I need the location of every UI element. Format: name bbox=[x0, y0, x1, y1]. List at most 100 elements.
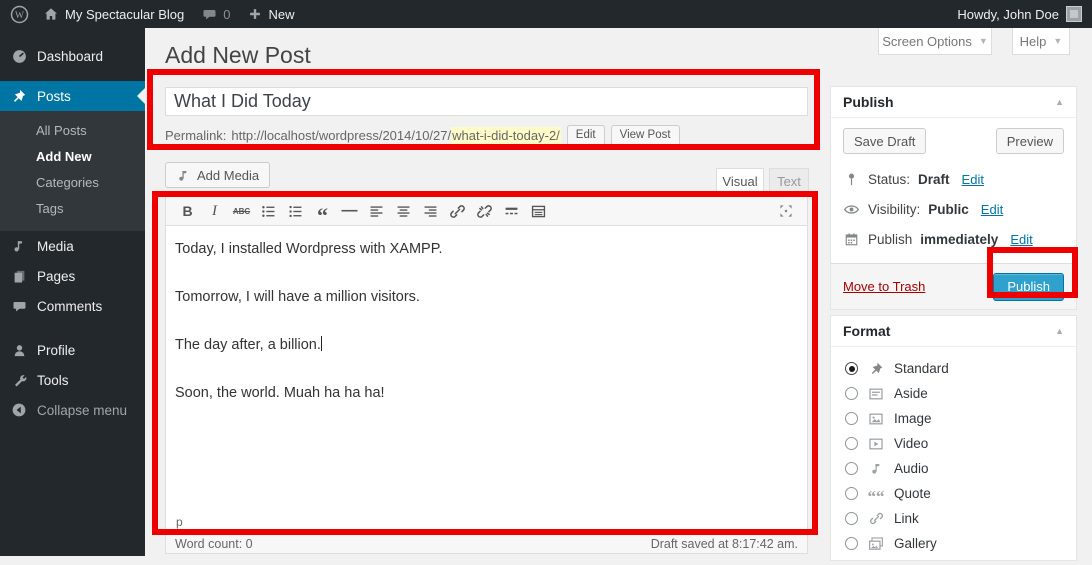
italic-icon[interactable]: I bbox=[201, 200, 228, 222]
word-count: Word count: 0 bbox=[175, 537, 253, 551]
blockquote-icon[interactable]: “ bbox=[309, 200, 336, 222]
media-icon bbox=[176, 168, 191, 183]
sidebar-item-add-new[interactable]: Add New bbox=[0, 144, 145, 170]
audio-icon bbox=[867, 461, 885, 476]
post-title-input[interactable] bbox=[165, 87, 808, 116]
quote-icon: ““ bbox=[867, 486, 885, 501]
editor-statusbar: Word count: 0 Draft saved at 8:17:42 am. bbox=[166, 533, 807, 553]
align-center-icon[interactable] bbox=[390, 200, 417, 222]
sidebar-item-media[interactable]: Media bbox=[0, 231, 145, 261]
status-row: Status: Draft Edit bbox=[843, 167, 1064, 191]
radio[interactable] bbox=[845, 487, 858, 500]
save-draft-button[interactable]: Save Draft bbox=[843, 128, 926, 154]
screen-options-tab[interactable]: Screen Options ▼ bbox=[878, 28, 992, 55]
collapse-icon bbox=[10, 402, 28, 418]
pages-icon bbox=[10, 269, 28, 284]
editor-element-path[interactable]: p bbox=[166, 513, 807, 533]
move-to-trash-link[interactable]: Move to Trash bbox=[843, 279, 925, 294]
collapse-toggle-icon[interactable]: ▲ bbox=[1055, 97, 1064, 107]
help-tab[interactable]: Help ▼ bbox=[1012, 28, 1070, 55]
edit-visibility-link[interactable]: Edit bbox=[981, 202, 1003, 217]
align-left-icon[interactable] bbox=[363, 200, 390, 222]
permalink-label: Permalink: bbox=[165, 128, 226, 143]
format-option-image[interactable]: Image bbox=[845, 406, 1062, 431]
comments-bubble[interactable]: 0 bbox=[202, 7, 230, 22]
format-box-header[interactable]: Format ▲ bbox=[831, 316, 1076, 347]
bold-icon[interactable]: B bbox=[174, 200, 201, 222]
unlink-icon[interactable] bbox=[471, 200, 498, 222]
format-option-gallery[interactable]: Gallery bbox=[845, 531, 1062, 556]
format-option-aside[interactable]: Aside bbox=[845, 381, 1062, 406]
align-right-icon[interactable] bbox=[417, 200, 444, 222]
draft-saved-status: Draft saved at 8:17:42 am. bbox=[651, 537, 798, 551]
avatar[interactable] bbox=[1066, 6, 1082, 22]
edit-schedule-link[interactable]: Edit bbox=[1010, 232, 1032, 247]
radio[interactable] bbox=[845, 412, 858, 425]
svg-text:W: W bbox=[15, 11, 24, 21]
format-option-quote[interactable]: ““ Quote bbox=[845, 481, 1062, 506]
site-name: My Spectacular Blog bbox=[65, 7, 184, 22]
format-option-audio[interactable]: Audio bbox=[845, 456, 1062, 481]
radio-checked[interactable] bbox=[845, 362, 858, 375]
sidebar-item-profile[interactable]: Profile bbox=[0, 335, 145, 365]
tab-text[interactable]: Text bbox=[769, 168, 809, 194]
format-option-standard[interactable]: Standard bbox=[845, 356, 1062, 381]
editor-toolbar: B I ABC “ — bbox=[166, 197, 807, 226]
format-option-video[interactable]: Video bbox=[845, 431, 1062, 456]
admin-bar: W My Spectacular Blog 0 New Howdy, John … bbox=[0, 0, 1092, 28]
strikethrough-icon[interactable]: ABC bbox=[228, 200, 255, 222]
radio[interactable] bbox=[845, 437, 858, 450]
wordpress-logo-icon[interactable]: W bbox=[10, 5, 29, 24]
tab-visual[interactable]: Visual bbox=[716, 168, 764, 194]
media-icon bbox=[10, 238, 28, 254]
horizontal-rule-icon[interactable]: — bbox=[336, 200, 363, 222]
bullet-list-icon[interactable] bbox=[255, 200, 282, 222]
toolbar-toggle-icon[interactable] bbox=[525, 200, 552, 222]
pushpin-icon bbox=[10, 88, 28, 104]
sidebar-item-posts[interactable]: Posts bbox=[0, 81, 145, 111]
radio[interactable] bbox=[845, 537, 858, 550]
text-cursor bbox=[321, 336, 322, 351]
sidebar-item-tags[interactable]: Tags bbox=[0, 196, 145, 222]
sidebar-item-tools[interactable]: Tools bbox=[0, 365, 145, 395]
preview-button[interactable]: Preview bbox=[996, 128, 1064, 154]
publish-box: Publish ▲ Save Draft Preview Status: Dra… bbox=[830, 86, 1077, 310]
user-icon bbox=[10, 343, 28, 358]
permalink-base: http://localhost/wordpress/2014/10/27/ bbox=[231, 128, 451, 143]
page-title: Add New Post bbox=[165, 42, 311, 69]
edit-permalink-button[interactable]: Edit bbox=[567, 125, 605, 146]
editor-paragraph: Soon, the world. Muah ha ha ha! bbox=[175, 383, 798, 404]
edit-status-link[interactable]: Edit bbox=[962, 172, 984, 187]
sidebar-item-dashboard[interactable]: Dashboard bbox=[0, 41, 145, 71]
howdy-account-menu[interactable]: Howdy, John Doe bbox=[957, 7, 1059, 22]
sidebar-item-categories[interactable]: Categories bbox=[0, 170, 145, 196]
schedule-row: Publish immediately Edit bbox=[843, 227, 1064, 251]
schedule-value: immediately bbox=[920, 232, 998, 247]
site-menu[interactable]: My Spectacular Blog bbox=[43, 6, 184, 22]
publish-button[interactable]: Publish bbox=[993, 273, 1064, 301]
format-option-link[interactable]: Link bbox=[845, 506, 1062, 531]
fullscreen-icon[interactable] bbox=[772, 200, 799, 222]
more-tag-icon[interactable] bbox=[498, 200, 525, 222]
eye-icon bbox=[843, 201, 860, 218]
sidebar-item-collapse-menu[interactable]: Collapse menu bbox=[0, 395, 145, 425]
sidebar-item-pages[interactable]: Pages bbox=[0, 261, 145, 291]
editor-content-area[interactable]: Today, I installed Wordpress with XAMPP.… bbox=[166, 226, 807, 513]
publish-box-header[interactable]: Publish ▲ bbox=[831, 87, 1076, 118]
new-content-menu[interactable]: New bbox=[248, 7, 294, 22]
numbered-list-icon[interactable] bbox=[282, 200, 309, 222]
radio[interactable] bbox=[845, 387, 858, 400]
gallery-icon bbox=[867, 536, 885, 552]
comments-count: 0 bbox=[223, 7, 230, 22]
collapse-toggle-icon[interactable]: ▲ bbox=[1055, 326, 1064, 336]
permalink-slug[interactable]: what-i-did-today-2/ bbox=[451, 127, 561, 144]
sidebar-item-all-posts[interactable]: All Posts bbox=[0, 118, 145, 144]
posts-submenu: All Posts Add New Categories Tags bbox=[0, 111, 145, 231]
radio[interactable] bbox=[845, 512, 858, 525]
link-icon[interactable] bbox=[444, 200, 471, 222]
view-post-button[interactable]: View Post bbox=[611, 125, 680, 146]
permalink-row: Permalink: http://localhost/wordpress/20… bbox=[165, 123, 680, 147]
radio[interactable] bbox=[845, 462, 858, 475]
sidebar-item-comments[interactable]: Comments bbox=[0, 291, 145, 321]
add-media-button[interactable]: Add Media bbox=[165, 162, 270, 188]
